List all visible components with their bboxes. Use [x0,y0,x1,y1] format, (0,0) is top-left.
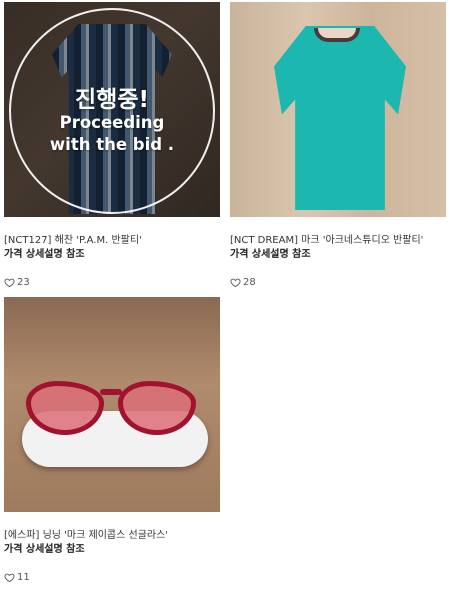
product-title[interactable]: [NCT DREAM] 마크 '아크네스튜디오 반팔티' [230,234,446,248]
product-price: 가격 상세설명 참조 [4,249,85,260]
heart-outline-icon [4,573,15,583]
product-image[interactable] [230,2,446,217]
heart-outline-icon [230,278,241,288]
product-card[interactable]: [NCT DREAM] 마크 '아크네스튜디오 반팔티' 가격 상세설명 참조 … [230,2,446,288]
product-title[interactable]: [NCT127] 해찬 'P.A.M. 반팔티' [4,234,220,248]
bid-status-caption-line2: with the bid . [49,135,175,154]
product-image[interactable] [4,297,220,512]
like-button[interactable]: 23 [4,277,220,288]
bid-status-caption: Proceeding with the bid . [4,112,220,156]
product-title[interactable]: [에스파] 닝닝 '마크 제이콥스 선글라스' [4,529,220,543]
like-count: 28 [243,277,256,288]
product-image[interactable]: 진행중! Proceeding with the bid . [4,2,220,217]
bid-status-caption-line1: Proceeding [59,113,165,132]
product-price: 가격 상세설명 참조 [4,544,85,555]
product-photo-bridge [100,389,122,395]
product-photo-collar [314,28,360,42]
like-count: 11 [17,572,30,583]
like-count: 23 [17,277,30,288]
like-button[interactable]: 28 [230,277,446,288]
product-card[interactable]: [에스파] 닝닝 '마크 제이콥스 선글라스' 가격 상세설명 참조 11 [4,297,220,583]
like-button[interactable]: 11 [4,572,220,583]
product-photo-shirt [274,26,406,210]
heart-outline-icon [4,278,15,288]
product-card[interactable]: 진행중! Proceeding with the bid . [NCT127] … [4,2,220,288]
bid-status-label: 진행중! [75,87,149,113]
product-price: 가격 상세설명 참조 [230,249,311,260]
